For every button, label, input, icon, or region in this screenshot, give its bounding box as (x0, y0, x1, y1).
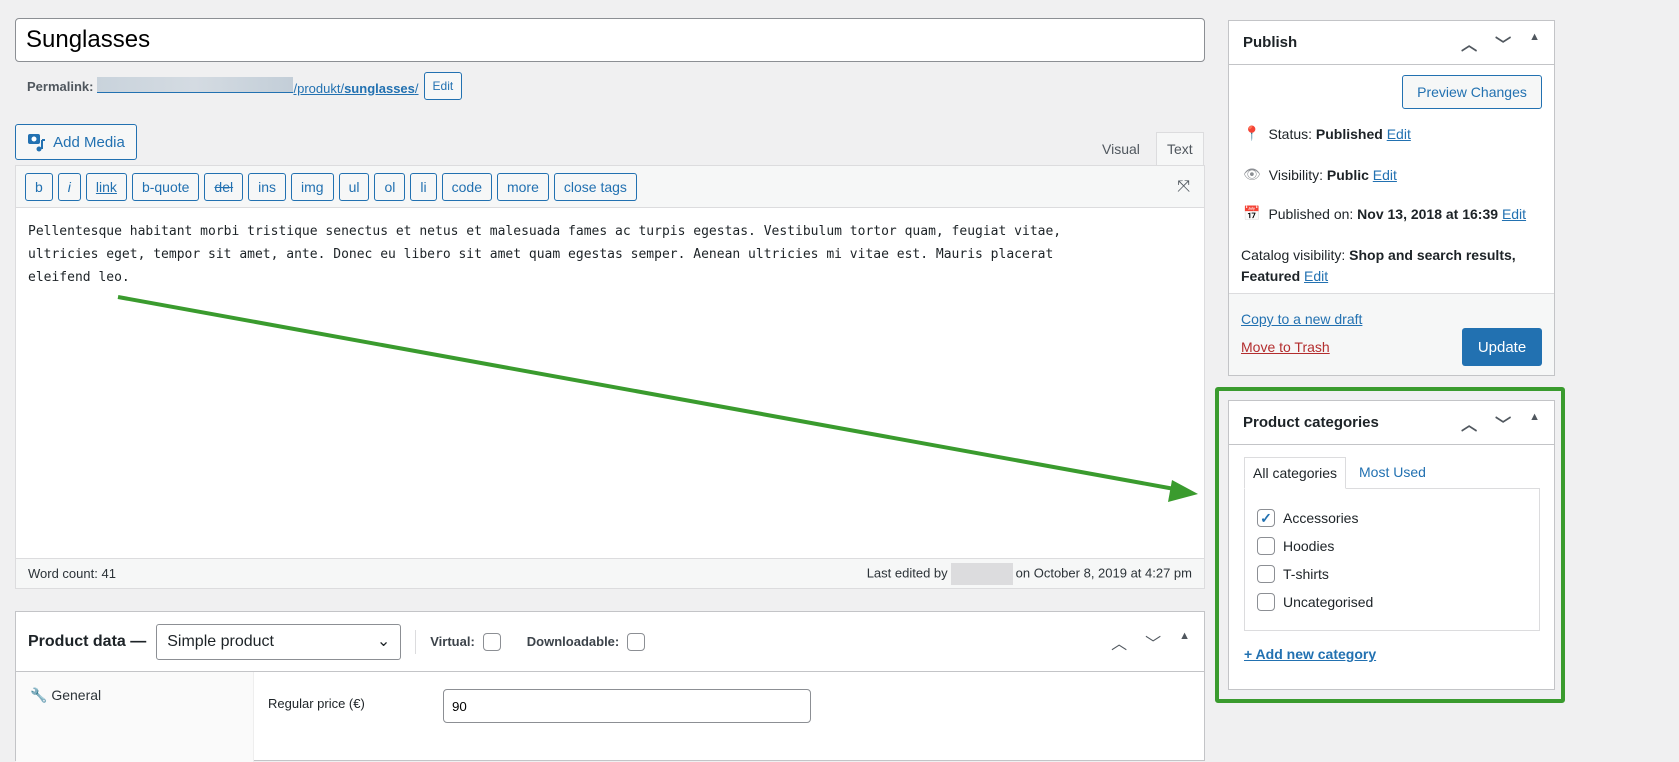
product-data-box: Product data — Simple product ⌄ Virtual: … (15, 611, 1205, 762)
category-label: Uncategorised (1283, 594, 1374, 610)
regular-price-input[interactable] (443, 689, 811, 723)
quicktag-close-tags-button[interactable]: close tags (553, 172, 637, 201)
permalink-edit-button[interactable]: Edit (423, 72, 463, 100)
category-item[interactable]: Uncategorised (1257, 593, 1373, 611)
copy-draft-link[interactable]: Copy to a new draft (1241, 311, 1362, 327)
product-data-label: Product data — (28, 632, 147, 650)
word-count: Word count: 41 (28, 566, 116, 581)
permalink: Permalink: /produkt/sunglasses/ Edit (27, 72, 463, 100)
downloadable-checkbox[interactable] (627, 632, 646, 651)
quicktag-del-button[interactable]: del (204, 172, 244, 201)
permalink-label: Permalink: (27, 78, 94, 94)
category-checkbox[interactable] (1257, 565, 1275, 583)
edit-status-link[interactable]: Edit (1387, 126, 1411, 142)
toggle-icon[interactable]: ▲ (1179, 630, 1190, 654)
catalog-visibility: Catalog visibility: Shop and search resu… (1241, 247, 1516, 284)
quicktag-more-button[interactable]: more (496, 172, 549, 201)
quicktag-code-button[interactable]: code (441, 172, 492, 201)
category-label: T-shirts (1283, 566, 1329, 582)
toggle-icon[interactable]: ▲ (1529, 31, 1540, 55)
category-item[interactable]: ✓ Accessories (1257, 509, 1358, 527)
last-edited: Last edited by on October 8, 2019 at 4:27… (867, 562, 1192, 585)
category-item[interactable]: Hoodies (1257, 537, 1334, 555)
move-to-trash-link[interactable]: Move to Trash (1241, 339, 1330, 355)
tab-text[interactable]: Text (1156, 132, 1204, 166)
quicktag-i-button[interactable]: i (57, 172, 81, 201)
product-type-select[interactable]: Simple product ⌄ (156, 623, 402, 660)
move-down-icon[interactable]: ﹀ (1145, 630, 1161, 654)
category-checkbox[interactable] (1257, 593, 1275, 611)
pin-icon: 📍 (1243, 125, 1261, 141)
quicktags-toolbar: b i link b-quote del ins img ul ol li code more clos… (16, 166, 1204, 208)
tab-all-categories[interactable]: All categories (1244, 457, 1347, 489)
edit-catalog-link[interactable]: Edit (1304, 268, 1328, 284)
edit-visibility-link[interactable]: Edit (1373, 167, 1397, 183)
toggle-icon[interactable]: ▲ (1529, 411, 1540, 435)
category-label: Accessories (1283, 510, 1359, 526)
regular-price-label: Regular price (€) (268, 696, 365, 711)
category-label: Hoodies (1283, 538, 1335, 554)
eye-icon: 👁 (1243, 166, 1261, 182)
category-checkbox[interactable] (1257, 537, 1275, 555)
move-up-icon[interactable]: ︿ (1111, 630, 1127, 654)
edit-date-link[interactable]: Edit (1502, 206, 1526, 222)
quicktag-ins-button[interactable]: ins (248, 172, 287, 201)
text-editor: b i link b-quote del ins img ul ol li code more clos… (15, 165, 1205, 589)
add-media-button[interactable]: Add Media (15, 124, 137, 160)
editor-status-bar: Word count: 41 Last edited by on October … (16, 558, 1204, 588)
quicktag-link-button[interactable]: link (85, 172, 127, 201)
quicktag-b-quote-button[interactable]: b-quote (131, 172, 200, 201)
fullscreen-icon[interactable]: ⤧ (1177, 178, 1190, 196)
move-up-icon[interactable]: ︿ (1461, 411, 1477, 435)
product-categories-box: Product categories ︿ ﹀ ▲ All categories Mos… (1228, 400, 1555, 690)
move-down-icon[interactable]: ﹀ (1495, 31, 1511, 55)
permalink-link[interactable]: /produkt/sunglasses/ (97, 76, 419, 96)
preview-changes-button[interactable]: Preview Changes (1402, 75, 1542, 109)
move-up-icon[interactable]: ︿ (1461, 31, 1477, 55)
category-checkbox[interactable]: ✓ (1257, 509, 1275, 527)
quicktag-b-button[interactable]: b (25, 172, 53, 201)
quicktag-img-button[interactable]: img (291, 172, 334, 201)
tab-general[interactable]: 🔧 General (30, 687, 101, 704)
tab-visual[interactable]: Visual (1091, 132, 1151, 166)
calendar-icon: 📅 (1243, 205, 1261, 221)
tab-most-used[interactable]: Most Used (1359, 464, 1426, 480)
virtual-checkbox[interactable] (482, 632, 501, 651)
media-icon (28, 134, 46, 152)
quicktag-ul-button[interactable]: ul (338, 172, 370, 201)
move-down-icon[interactable]: ﹀ (1495, 411, 1511, 435)
publish-box: Publish ︿ ﹀ ▲ Preview Changes 📍 Status: Publ… (1228, 20, 1555, 376)
add-new-category-link[interactable]: + Add new category (1244, 646, 1376, 662)
quicktag-li-button[interactable]: li (410, 172, 437, 201)
quicktag-ol-button[interactable]: ol (374, 172, 406, 201)
content-textarea[interactable]: Pellentesque habitant morbi tristique se… (16, 208, 1204, 301)
update-button[interactable]: Update (1462, 328, 1542, 366)
post-title-input[interactable] (15, 18, 1205, 62)
category-item[interactable]: T-shirts (1257, 565, 1329, 583)
